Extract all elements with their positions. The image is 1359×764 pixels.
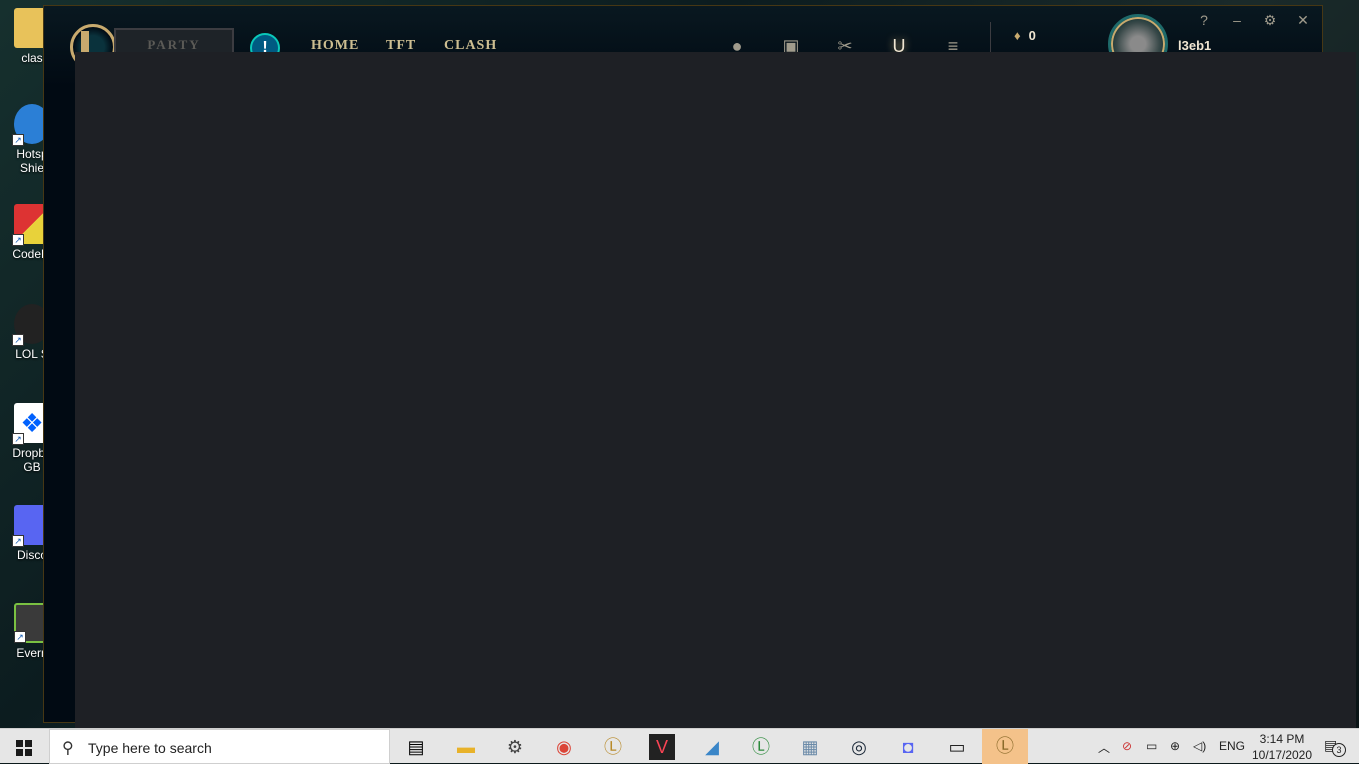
currency-value: 0 bbox=[1028, 28, 1036, 43]
clock-time: 3:14 PM bbox=[1259, 732, 1305, 746]
language-indicator[interactable]: ENG bbox=[1219, 739, 1245, 753]
league-taskbar-icon[interactable]: Ⓛ bbox=[600, 734, 626, 760]
desktop-icon-label: clas bbox=[21, 51, 43, 65]
start-button[interactable] bbox=[0, 729, 48, 764]
battery-icon[interactable]: ▭ bbox=[1146, 739, 1157, 753]
minimize-button[interactable]: – bbox=[1227, 12, 1247, 28]
summoner-name: l3eb1 bbox=[1178, 38, 1212, 53]
clock-date: 10/17/2020 bbox=[1251, 748, 1313, 762]
notification-count-badge: 3 bbox=[1332, 743, 1346, 757]
volume-icon[interactable]: ◁) bbox=[1193, 739, 1206, 753]
action-center-button[interactable]: ▤ 3 bbox=[1324, 737, 1346, 757]
laptop-app-icon[interactable]: ◢ bbox=[699, 734, 725, 760]
clock[interactable]: 3:14 PM 10/17/2020 bbox=[1246, 731, 1318, 763]
windows-logo-icon bbox=[16, 740, 32, 756]
settings-button[interactable]: ⚙ bbox=[1260, 12, 1280, 29]
taskbar-search-box[interactable]: ⚲ Type here to search bbox=[49, 729, 390, 764]
show-hidden-icons-chevron-icon[interactable]: ︿ bbox=[1098, 739, 1110, 756]
file-explorer-icon[interactable]: ▬ bbox=[453, 734, 479, 760]
terminal-icon[interactable]: ▭ bbox=[944, 734, 970, 760]
antivirus-icon[interactable]: ⊘ bbox=[1122, 739, 1132, 753]
help-button[interactable]: ? bbox=[1194, 12, 1214, 28]
search-icon: ⚲ bbox=[62, 740, 74, 757]
blank-overlay-panel bbox=[75, 52, 1356, 728]
valorant-icon[interactable]: V bbox=[649, 734, 675, 760]
discord-taskbar-icon[interactable]: ◘ bbox=[895, 734, 921, 760]
league-client-taskbar-icon[interactable]: Ⓛ bbox=[982, 729, 1028, 764]
blue-essence-icon: ♦ bbox=[1014, 28, 1021, 43]
network-icon[interactable]: ⊕ bbox=[1170, 739, 1180, 753]
photos-icon[interactable]: ▦ bbox=[797, 734, 823, 760]
currency-display: ♦ 0 bbox=[1014, 28, 1036, 43]
close-button[interactable]: ✕ bbox=[1293, 12, 1313, 29]
windows-taskbar: ⚲ Type here to search ▤ ▬ ⚙ ◉ Ⓛ V ◢ Ⓛ ▦ … bbox=[0, 728, 1359, 764]
task-view-icon[interactable]: ▤ bbox=[403, 734, 429, 760]
chrome-icon[interactable]: ◉ bbox=[551, 734, 577, 760]
steam-icon[interactable]: ◎ bbox=[846, 734, 872, 760]
search-placeholder: Type here to search bbox=[88, 740, 212, 756]
league-green-icon[interactable]: Ⓛ bbox=[748, 734, 774, 760]
settings-gear-icon[interactable]: ⚙ bbox=[502, 734, 528, 760]
